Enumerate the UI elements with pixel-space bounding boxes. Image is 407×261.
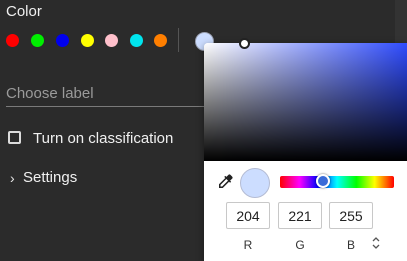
red-value-input[interactable]	[226, 202, 270, 229]
eyedropper-icon[interactable]	[216, 173, 234, 191]
swatch-green[interactable]	[31, 34, 44, 47]
classification-label: Turn on classification	[33, 130, 174, 147]
swatch-pink[interactable]	[105, 34, 118, 47]
green-value-input[interactable]	[278, 202, 322, 229]
color-preview	[240, 168, 270, 198]
app-root: Color Turn on classification › Settings	[0, 0, 407, 261]
hue-slider-handle[interactable]	[316, 174, 331, 188]
red-label: R	[243, 238, 253, 252]
settings-label: Settings	[23, 169, 78, 186]
blue-value-input[interactable]	[329, 202, 373, 229]
color-mode-toggle-icon[interactable]	[369, 236, 383, 250]
saturation-area[interactable]	[204, 38, 407, 161]
swatch-orange[interactable]	[154, 34, 167, 47]
swatch-blue[interactable]	[56, 34, 69, 47]
chevron-right-icon: ›	[10, 170, 15, 186]
swatch-red[interactable]	[6, 34, 19, 47]
hue-slider[interactable]	[280, 174, 394, 188]
green-label: G	[295, 238, 305, 252]
swatch-divider	[178, 28, 179, 52]
color-picker-popover: R G B	[204, 38, 407, 261]
classification-checkbox[interactable]	[8, 131, 21, 144]
label-input[interactable]	[6, 80, 206, 107]
swatch-yellow[interactable]	[81, 34, 94, 47]
saturation-handle[interactable]	[239, 38, 250, 49]
color-section-title: Color	[6, 3, 42, 20]
blue-label: B	[346, 238, 355, 252]
swatch-cyan[interactable]	[130, 34, 143, 47]
